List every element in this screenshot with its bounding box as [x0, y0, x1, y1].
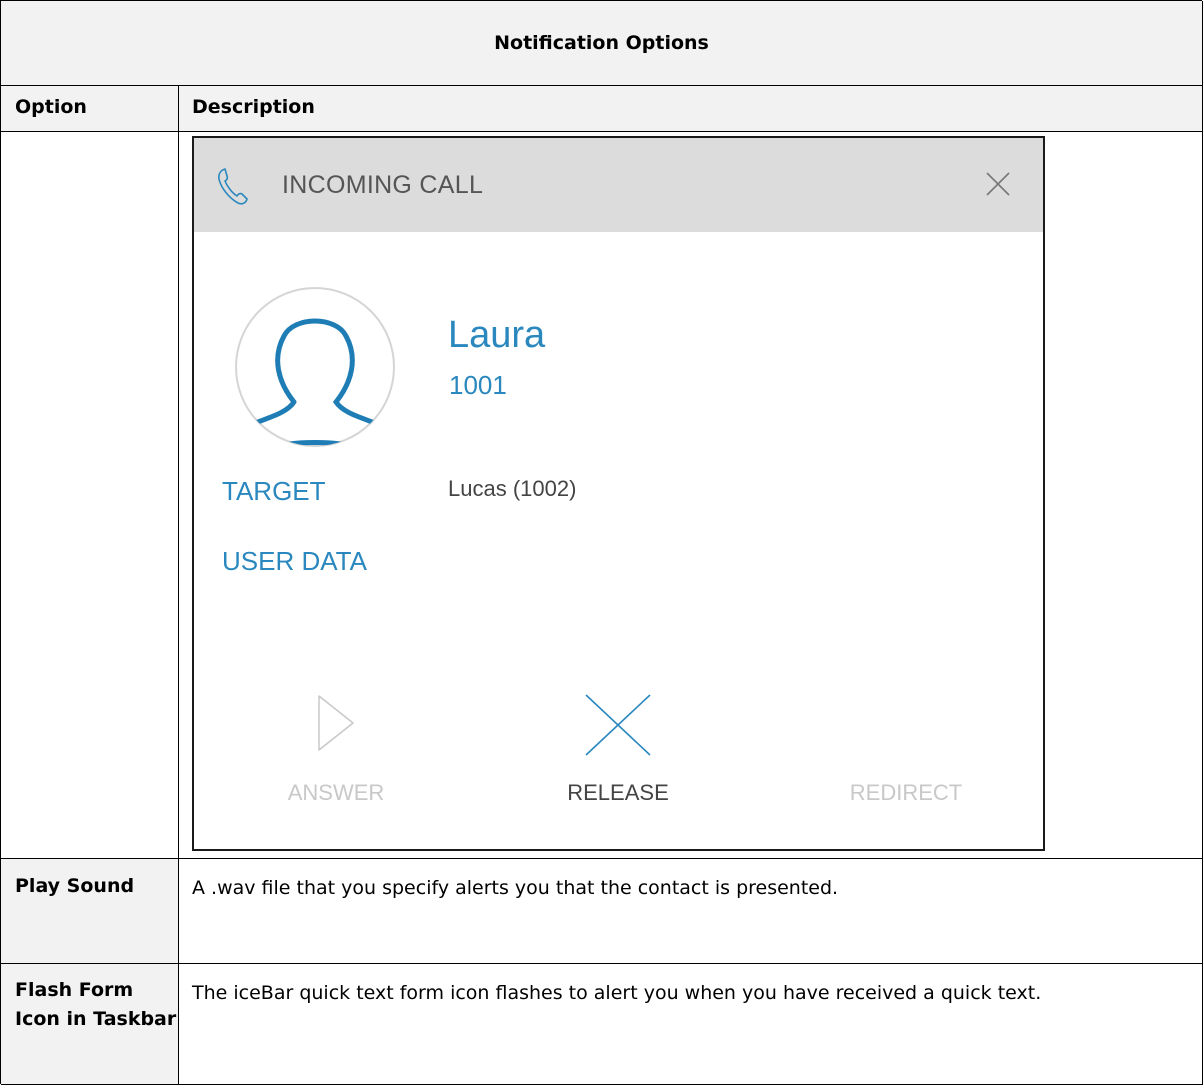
user-data-label: USER DATA	[222, 546, 367, 576]
table-title-row: Notification Options	[1, 1, 1203, 86]
release-x-icon	[585, 694, 651, 756]
column-header-option: Option	[1, 86, 179, 132]
target-value: Lucas (1002)	[448, 476, 577, 501]
column-header-description: Description	[179, 86, 1203, 132]
redirect-button[interactable]: REDIRECT	[826, 693, 986, 813]
option-cell	[1, 132, 179, 859]
caller-number: 1001	[449, 370, 507, 400]
answer-button[interactable]: ANSWER	[256, 693, 416, 813]
popup-title: INCOMING CALL	[282, 171, 484, 199]
popup-header: INCOMING CALL	[194, 138, 1043, 232]
description-cell: The iceBar quick text form icon flashes …	[179, 964, 1203, 1085]
play-icon	[318, 695, 354, 751]
phone-icon	[218, 168, 248, 205]
incoming-call-popup: INCOMING CALL Laura 1001 TARGET Lucas (1…	[192, 136, 1045, 851]
option-cell: Flash Form Icon in Taskbar	[1, 964, 179, 1085]
table-title: Notification Options	[1, 1, 1203, 86]
caller-name: Laura	[448, 314, 546, 356]
table-header-row: Option Description	[1, 86, 1203, 132]
table-row: Flash Form Icon in Taskbar The iceBar qu…	[1, 964, 1203, 1085]
release-label: RELEASE	[567, 780, 669, 805]
target-label: TARGET	[222, 476, 326, 506]
avatar-icon	[235, 287, 395, 447]
answer-label: ANSWER	[287, 780, 385, 805]
redirect-label: REDIRECT	[849, 780, 963, 805]
description-cell: A .wav file that you specify alerts you …	[179, 859, 1203, 964]
table-row: Play Sound A .wav file that you specify …	[1, 859, 1203, 964]
option-cell: Play Sound	[1, 859, 179, 964]
release-button[interactable]: RELEASE	[538, 693, 698, 813]
close-icon[interactable]	[984, 170, 1012, 198]
